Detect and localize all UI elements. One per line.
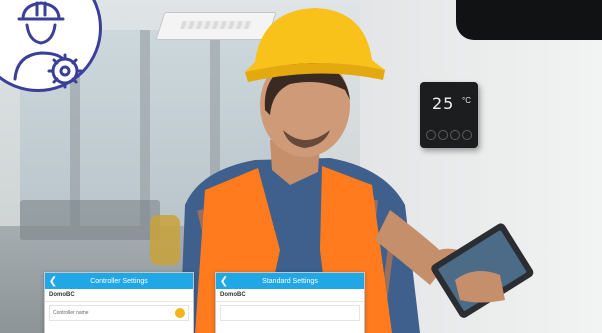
app-panel-standard-settings: ❮ Standard Settings DomoBC <box>215 272 365 333</box>
app-panel-title: Standard Settings <box>262 277 318 285</box>
tablet <box>431 223 534 318</box>
back-arrow-icon[interactable]: ❮ <box>216 276 232 287</box>
hard-hat <box>245 8 385 72</box>
settings-row[interactable] <box>220 305 360 321</box>
app-brand: DomoBC <box>45 289 193 302</box>
app-panel-header: ❮ Controller Settings <box>45 273 193 289</box>
engineer-badge <box>0 0 102 92</box>
back-arrow-icon[interactable]: ❮ <box>45 276 61 287</box>
app-panel-header: ❮ Standard Settings <box>216 273 364 289</box>
left-hand <box>455 271 505 303</box>
hero-photo: 25 °C ❮ Controller Settings DomoBC Contr… <box>0 0 602 333</box>
app-panel-controller-settings: ❮ Controller Settings DomoBC Controller … <box>44 272 194 333</box>
engineer-gear-icon <box>13 1 83 89</box>
app-panel-title: Controller Settings <box>90 277 148 285</box>
app-brand: DomoBC <box>216 289 364 302</box>
toggle-icon[interactable] <box>175 308 185 318</box>
row-label: Controller name <box>53 310 89 316</box>
dark-corner-tab <box>456 0 602 40</box>
controller-name-row[interactable]: Controller name <box>49 305 189 321</box>
